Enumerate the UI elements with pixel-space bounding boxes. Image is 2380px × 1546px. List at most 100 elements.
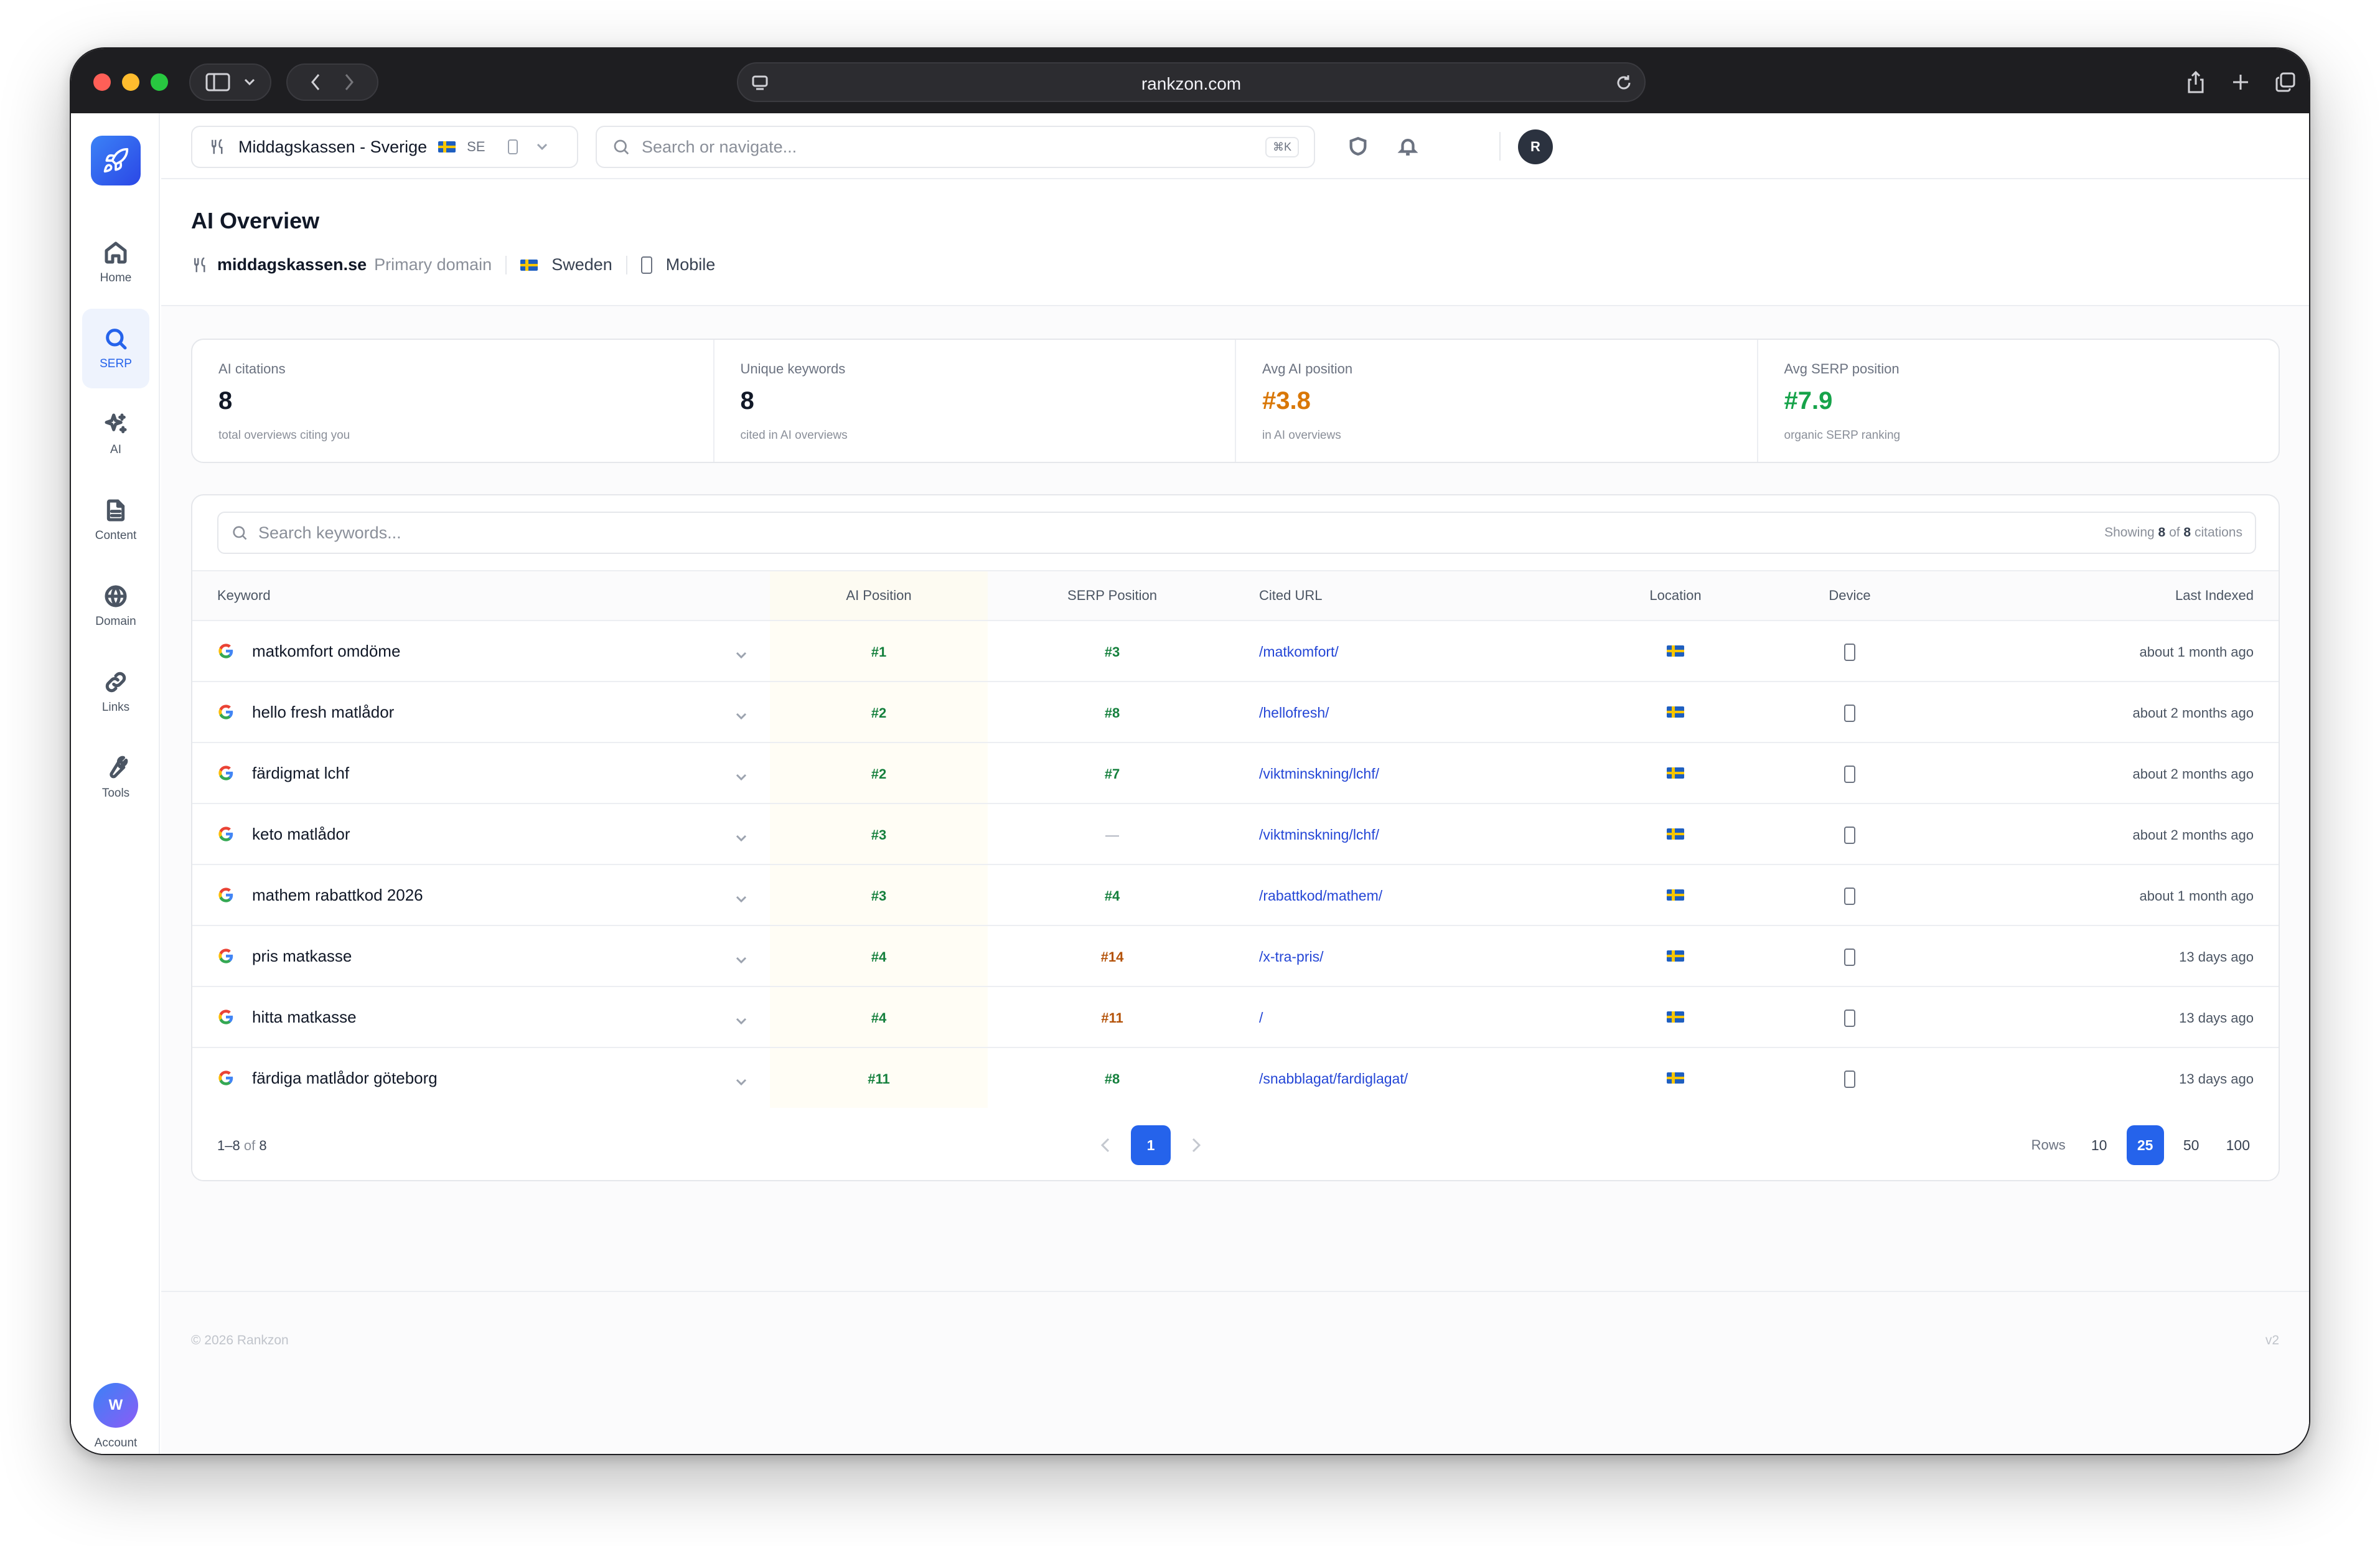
expand-row-button[interactable] bbox=[735, 889, 747, 908]
forward-icon[interactable] bbox=[344, 73, 354, 91]
minimize-window-button[interactable] bbox=[122, 73, 139, 91]
chevron-down-icon bbox=[736, 957, 747, 964]
sidebar-item-serp[interactable]: SERP bbox=[82, 309, 149, 388]
cited-url-cell: /x-tra-pris/ bbox=[1237, 925, 1598, 987]
back-icon[interactable] bbox=[311, 73, 321, 91]
table-row[interactable]: hitta matkasse #4 #11 / 13 days ago bbox=[192, 986, 2279, 1048]
cited-url-link[interactable]: /viktminskning/lchf/ bbox=[1259, 766, 1379, 782]
expand-row-button[interactable] bbox=[735, 828, 747, 847]
cited-url-link[interactable]: /snabblagat/fardiglagat/ bbox=[1259, 1070, 1408, 1087]
expand-row-button[interactable] bbox=[735, 767, 747, 786]
serp-position-cell: #11 bbox=[988, 986, 1237, 1048]
wrench-icon bbox=[110, 756, 128, 779]
cited-url-link[interactable]: /rabattkod/mathem/ bbox=[1259, 888, 1382, 904]
sidebar-item-home[interactable]: Home bbox=[82, 223, 149, 302]
column-header-cited-url[interactable]: Cited URL bbox=[1237, 570, 1598, 621]
device-cell bbox=[1753, 743, 1946, 804]
sidebar: Home SERP AI Content Domain Links Tools … bbox=[71, 113, 160, 1454]
sidebar-item-content[interactable]: Content bbox=[82, 480, 149, 560]
last-indexed-cell: about 2 months ago bbox=[1946, 803, 2279, 865]
page-meta: middagskassen.se Primary domain Sweden M… bbox=[191, 255, 715, 274]
ai-position-cell: #3 bbox=[770, 864, 988, 926]
ai-position-cell: #2 bbox=[770, 682, 988, 743]
mobile-device-icon bbox=[1844, 643, 1855, 661]
citations-table: Keyword AI Position SERP Position Cited … bbox=[192, 570, 2279, 1109]
app-logo[interactable] bbox=[91, 136, 141, 185]
tab-overview-button[interactable] bbox=[2268, 65, 2303, 100]
expand-row-button[interactable] bbox=[735, 706, 747, 725]
chevron-down-icon bbox=[736, 896, 747, 903]
notifications-button[interactable] bbox=[1394, 132, 1422, 161]
previous-page-button[interactable] bbox=[1100, 1138, 1110, 1156]
next-page-button[interactable] bbox=[1192, 1138, 1201, 1156]
sidebar-item-links[interactable]: Links bbox=[82, 652, 149, 732]
sweden-flag-icon bbox=[1667, 1072, 1684, 1084]
sidebar-toggle-button[interactable] bbox=[189, 63, 271, 101]
user-avatar[interactable]: R bbox=[1518, 129, 1553, 164]
column-header-last-indexed[interactable]: Last Indexed bbox=[1946, 570, 2279, 621]
cited-url-link[interactable]: /x-tra-pris/ bbox=[1259, 949, 1324, 965]
close-window-button[interactable] bbox=[93, 73, 111, 91]
cited-url-cell: /matkomfort/ bbox=[1237, 621, 1598, 682]
cited-url-link[interactable]: /viktminskning/lchf/ bbox=[1259, 827, 1379, 843]
sidebar-item-ai[interactable]: AI bbox=[82, 395, 149, 474]
mobile-device-icon bbox=[1844, 704, 1855, 722]
last-indexed-cell: about 2 months ago bbox=[1946, 743, 2279, 804]
sidebar-item-tools[interactable]: Tools bbox=[82, 738, 149, 818]
column-header-location[interactable]: Location bbox=[1598, 570, 1753, 621]
rows-option-50[interactable]: 50 bbox=[2173, 1125, 2210, 1165]
share-button[interactable] bbox=[2178, 65, 2213, 100]
cited-url-link[interactable]: / bbox=[1259, 1010, 1263, 1026]
new-tab-button[interactable] bbox=[2223, 65, 2258, 100]
window-controls bbox=[93, 73, 168, 91]
cited-url-cell: /viktminskning/lchf/ bbox=[1237, 803, 1598, 865]
sidebar-item-account[interactable]: W Account bbox=[82, 1383, 149, 1450]
expand-row-button[interactable] bbox=[735, 645, 747, 664]
table-row[interactable]: matkomfort omdöme #1 #3/matkomfort/about 1… bbox=[192, 621, 2279, 682]
keyword-search-input[interactable]: Search keywords... Showing 8 of 8 citati… bbox=[217, 512, 2256, 554]
location-cell bbox=[1598, 621, 1753, 682]
last-indexed-value: about 2 months ago bbox=[2132, 827, 2254, 843]
cited-url-link[interactable]: /hellofresh/ bbox=[1259, 705, 1329, 721]
column-header-ai-position[interactable]: AI Position bbox=[770, 570, 988, 621]
expand-row-button[interactable] bbox=[735, 1011, 747, 1030]
keyword-text: hello fresh matlådor bbox=[252, 702, 395, 721]
table-row[interactable]: pris matkasse #4 #14/x-tra-pris/13 days ag… bbox=[192, 925, 2279, 987]
table-row[interactable]: keto matlådor #3 — /viktminskning/lchf/abou… bbox=[192, 803, 2279, 865]
rows-option-100[interactable]: 100 bbox=[2219, 1125, 2257, 1165]
sidebar-item-label: AI bbox=[110, 443, 121, 456]
chevron-right-icon bbox=[1192, 1138, 1201, 1153]
google-icon bbox=[218, 1010, 233, 1024]
expand-row-button[interactable] bbox=[735, 1072, 747, 1091]
column-header-device[interactable]: Device bbox=[1753, 570, 1946, 621]
table-row[interactable]: mathem rabattkod 2026 #3 #4/rabattkod/math… bbox=[192, 864, 2279, 926]
table-row[interactable]: färdiga matlådor göteborg #11 #8/snabblaga… bbox=[192, 1047, 2279, 1109]
project-selector[interactable]: Middagskassen - Sverige SE bbox=[191, 126, 578, 168]
column-header-keyword[interactable]: Keyword bbox=[192, 570, 770, 621]
rows-label: Rows bbox=[2031, 1137, 2066, 1153]
sidebar-item-domain[interactable]: Domain bbox=[82, 566, 149, 646]
current-page-button[interactable]: 1 bbox=[1131, 1125, 1171, 1165]
serp-position-value: #14 bbox=[1100, 949, 1124, 965]
table-row[interactable]: hello fresh matlådor #2 #8/hellofresh/abou… bbox=[192, 682, 2279, 743]
column-header-serp-position[interactable]: SERP Position bbox=[988, 570, 1237, 621]
ai-position-cell: #3 bbox=[770, 803, 988, 865]
keyword-cell: färdiga matlådor göteborg bbox=[192, 1047, 770, 1109]
last-indexed-value: about 2 months ago bbox=[2132, 766, 2254, 782]
expand-row-button[interactable] bbox=[735, 950, 747, 969]
sweden-flag-icon bbox=[1667, 645, 1684, 657]
sidebar-item-label: SERP bbox=[100, 357, 132, 370]
cited-url-link[interactable]: /matkomfort/ bbox=[1259, 644, 1339, 660]
chevron-down-icon bbox=[736, 1079, 747, 1086]
rows-option-10[interactable]: 10 bbox=[2081, 1125, 2118, 1165]
ai-position-value: #1 bbox=[871, 644, 887, 660]
reload-icon[interactable] bbox=[1614, 73, 1633, 92]
maximize-window-button[interactable] bbox=[151, 73, 168, 91]
showing-suffix: citations bbox=[2194, 525, 2242, 540]
pagination-bar: 1–8 of 8 1 Rows 10 25 50 100 bbox=[192, 1108, 2279, 1180]
rows-option-25[interactable]: 25 bbox=[2126, 1125, 2164, 1165]
shield-button[interactable] bbox=[1344, 132, 1372, 161]
table-row[interactable]: färdigmat lchf #2 #7/viktminskning/lchf/ab… bbox=[192, 743, 2279, 804]
address-bar[interactable]: rankzon.com bbox=[737, 62, 1646, 102]
global-search[interactable]: Search or navigate... ⌘K bbox=[596, 126, 1315, 168]
